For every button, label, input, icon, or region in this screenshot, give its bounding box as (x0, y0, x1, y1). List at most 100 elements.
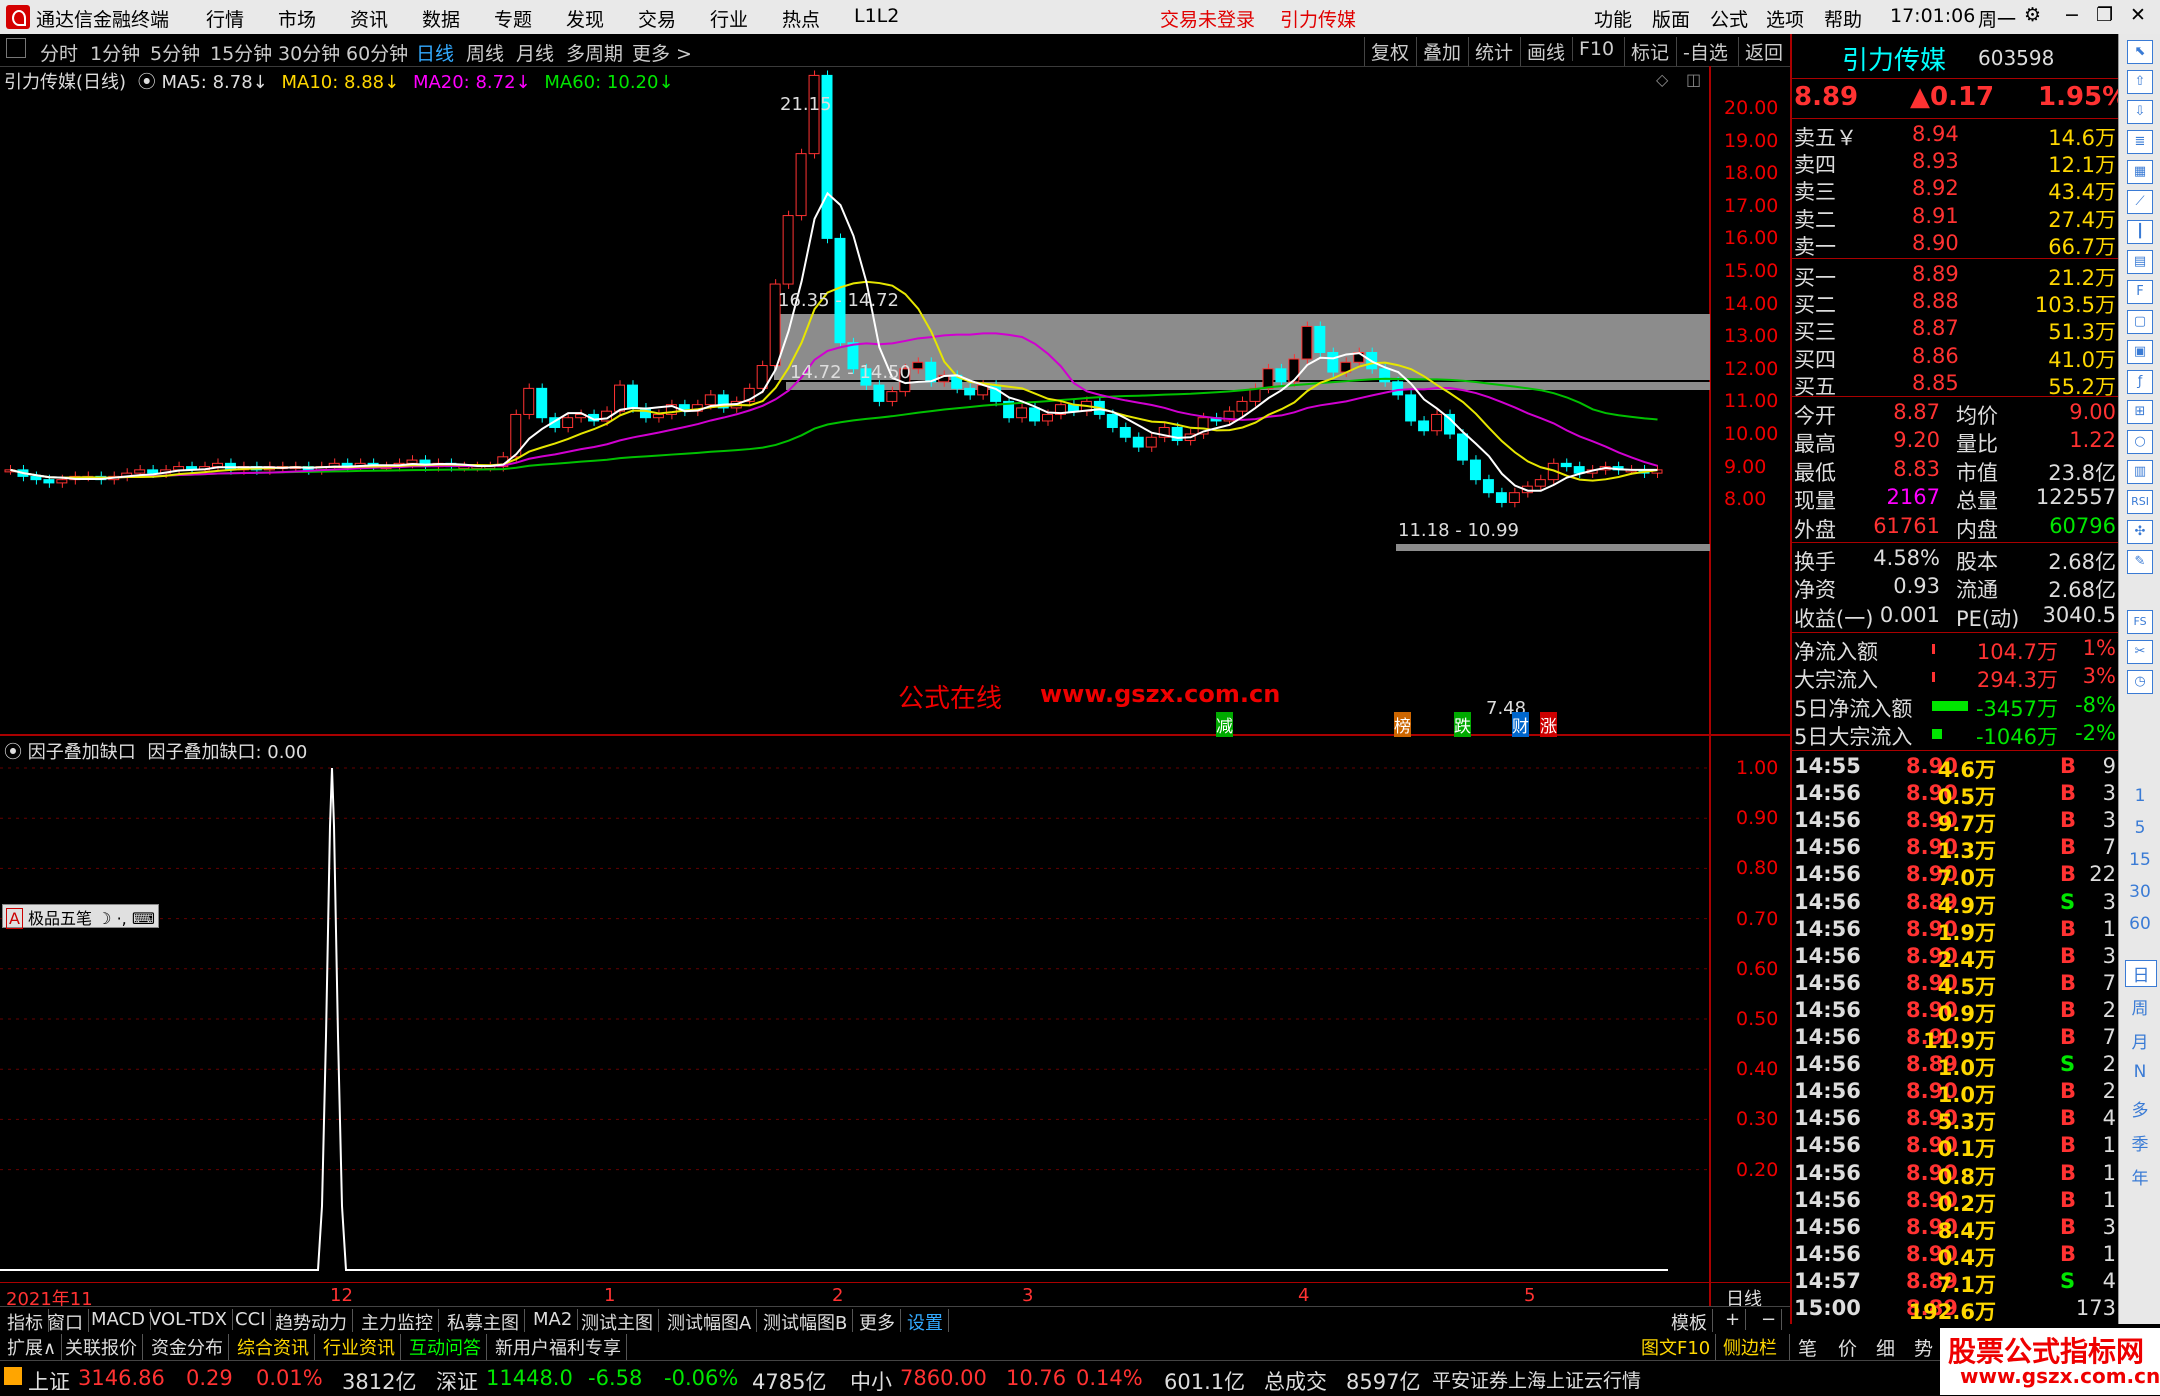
sidebar-period-year[interactable]: 年 (2125, 1164, 2155, 1189)
btn-fuquan[interactable]: 复权 (1364, 37, 1415, 66)
ime-keyboard-icon[interactable]: ⌨ (132, 909, 155, 928)
period-1min[interactable]: 1分钟 (90, 39, 140, 66)
extension-tab[interactable]: 资金分布 (146, 1334, 229, 1360)
extension-tab[interactable]: 新用户福利专享 (490, 1334, 627, 1360)
menu-shichang[interactable]: 市场 (278, 5, 316, 32)
status-square-icon[interactable] (4, 1367, 22, 1385)
chart-icon[interactable]: ▥ (2127, 460, 2153, 484)
menu-bangzhu[interactable]: 帮助 (1824, 5, 1862, 32)
indicator-tab[interactable]: MA2 (528, 1309, 579, 1330)
sidebar-period-60[interactable]: 60 (2125, 914, 2155, 934)
fx-icon[interactable]: ƒ (2127, 370, 2153, 394)
panel-toggle-icon[interactable]: ◫ (1686, 70, 1701, 89)
ime-punct-icon[interactable]: ·, (117, 909, 127, 928)
sidebar-arrow-icon[interactable]: ⬉ (2127, 40, 2153, 64)
clock-icon[interactable]: ◷ (2127, 670, 2153, 694)
marker-cai[interactable]: 财 (1512, 712, 1529, 737)
menu-zhuanti[interactable]: 专题 (494, 5, 532, 32)
orderbook-row[interactable]: 买一 8.89 21.2万 (1792, 262, 2120, 290)
ime-a-icon[interactable]: A (6, 908, 23, 929)
period-30min[interactable]: 30分钟 (278, 39, 340, 66)
menu-hangqing[interactable]: 行情 (206, 5, 244, 32)
sidebar-period-week[interactable]: 周 (2125, 994, 2155, 1019)
period-fenshi[interactable]: 分时 (40, 39, 78, 66)
orderbook-row[interactable]: 卖三 8.92 43.4万 (1792, 176, 2120, 204)
orderbook-row[interactable]: 买三 8.87 51.3万 (1792, 316, 2120, 344)
box-icon[interactable]: ▢ (2127, 310, 2153, 334)
quote-panel-tab[interactable]: 笔 (1798, 1334, 1817, 1361)
close-icon[interactable]: ✕ (2130, 4, 2146, 26)
quote-panel-tab[interactable]: 细 (1876, 1334, 1895, 1361)
btn-diejia[interactable]: 叠加 (1416, 37, 1467, 66)
btn-fanhui[interactable]: 返回 (1738, 37, 1789, 66)
doc-icon[interactable]: ▣ (2127, 340, 2153, 364)
orderbook-row[interactable]: 买四 8.86 41.0万 (1792, 344, 2120, 372)
orderbook-row[interactable]: 买二 8.88 103.5万 (1792, 289, 2120, 317)
login-status[interactable]: 交易未登录 (1160, 5, 1255, 32)
minimize-icon[interactable]: − (2064, 4, 2080, 26)
period-60min[interactable]: 60分钟 (346, 39, 408, 66)
menu-gongneng[interactable]: 功能 (1594, 5, 1632, 32)
btn-f10[interactable]: F10 (1572, 37, 1620, 61)
period-multi[interactable]: 多周期 (566, 39, 623, 66)
restore-icon[interactable]: ❐ (2096, 4, 2113, 26)
period-15min[interactable]: 15分钟 (210, 39, 272, 66)
period-daily[interactable]: 日线 (416, 39, 454, 66)
orderbook-row[interactable]: 卖四 8.93 12.1万 (1792, 149, 2120, 177)
indicator-tab[interactable]: MACD (86, 1309, 151, 1330)
menu-jiaoyi[interactable]: 交易 (638, 5, 676, 32)
orderbook-row[interactable]: 买五 8.85 55.2万 (1792, 371, 2120, 399)
menu-banmian[interactable]: 版面 (1652, 5, 1690, 32)
sidebar-period-quarter[interactable]: 季 (2125, 1130, 2155, 1155)
menu-xuanxiang[interactable]: 选项 (1766, 5, 1804, 32)
extension-tab[interactable]: 扩展∧ (2, 1334, 63, 1360)
period-monthly[interactable]: 月线 (516, 39, 554, 66)
move-icon[interactable]: ✣ (2127, 520, 2153, 544)
add-tab-icon[interactable]: + (1720, 1309, 1747, 1330)
extension-tab[interactable]: 综合资讯 (232, 1334, 315, 1360)
menu-faxian[interactable]: 发现 (566, 5, 604, 32)
pen-icon[interactable]: ✎ (2127, 550, 2153, 574)
line-chart-icon[interactable]: ⟋ (2127, 190, 2153, 214)
orderbook-row[interactable]: 卖二 8.91 27.4万 (1792, 204, 2120, 232)
menu-l1l2[interactable]: L1L2 (854, 5, 899, 27)
btn-zixuan[interactable]: -自选 (1676, 37, 1734, 66)
btn-tongji[interactable]: 统计 (1468, 37, 1519, 66)
list-icon[interactable]: ≣ (2127, 130, 2153, 154)
orderbook-row[interactable]: 卖一 8.90 66.7万 (1792, 231, 2120, 259)
period-5min[interactable]: 5分钟 (150, 39, 200, 66)
sidebar-period-n[interactable]: N (2125, 1062, 2155, 1082)
marker-zhang[interactable]: 涨 (1540, 712, 1557, 737)
kline-chart[interactable]: 引力传媒(日线) ⦿ MA5: 8.78↓ MA10: 8.88↓ MA20: … (0, 66, 1790, 737)
sidebar-period-30[interactable]: 30 (2125, 882, 2155, 902)
sidebar-period-5[interactable]: 5 (2125, 818, 2155, 838)
menu-shuju[interactable]: 数据 (422, 5, 460, 32)
f10-icon[interactable]: F (2127, 280, 2153, 304)
remove-tab-icon[interactable]: − (1756, 1309, 1783, 1330)
search-icon[interactable]: ○ (2127, 430, 2153, 454)
sidebar-period-1[interactable]: 1 (2125, 786, 2155, 806)
fs-icon[interactable]: FS (2127, 610, 2153, 634)
period-more[interactable]: 更多 > (632, 39, 692, 66)
menu-gongshi[interactable]: 公式 (1710, 5, 1748, 32)
grid-icon[interactable]: ▦ (2127, 160, 2153, 184)
indicator-tab[interactable]: VOL-TDX (144, 1309, 233, 1330)
candle-icon[interactable]: ┃ (2127, 220, 2153, 244)
down-arrow-icon[interactable]: ⇩ (2127, 100, 2153, 124)
extension-tab[interactable]: 关联报价 (60, 1334, 143, 1360)
period-weekly[interactable]: 周线 (466, 39, 504, 66)
btn-biaoji[interactable]: 标记 (1624, 37, 1675, 66)
table-icon[interactable]: ▤ (2127, 250, 2153, 274)
sidebar-period-month[interactable]: 月 (2125, 1028, 2155, 1053)
ime-toolbar[interactable]: A 极品五笔 ☽ ·, ⌨ (2, 904, 159, 929)
quote-panel-tab[interactable]: 价 (1838, 1334, 1857, 1361)
orderbook-row[interactable]: 卖五￥ 8.94 14.6万 (1792, 122, 2120, 150)
marker-die[interactable]: 跌 (1454, 712, 1471, 737)
sidebar-period-day[interactable]: 日 (2125, 960, 2157, 987)
marker-jian[interactable]: 减 (1216, 712, 1233, 737)
f10-tab[interactable]: 图文F10 (1636, 1334, 1717, 1360)
sidebar-period-multi[interactable]: 多 (2125, 1096, 2155, 1121)
extension-tab[interactable]: 互动问答 (404, 1334, 487, 1360)
diamond-icon[interactable]: ◇ (1656, 70, 1668, 89)
marker-bang[interactable]: 榜 (1394, 712, 1411, 737)
